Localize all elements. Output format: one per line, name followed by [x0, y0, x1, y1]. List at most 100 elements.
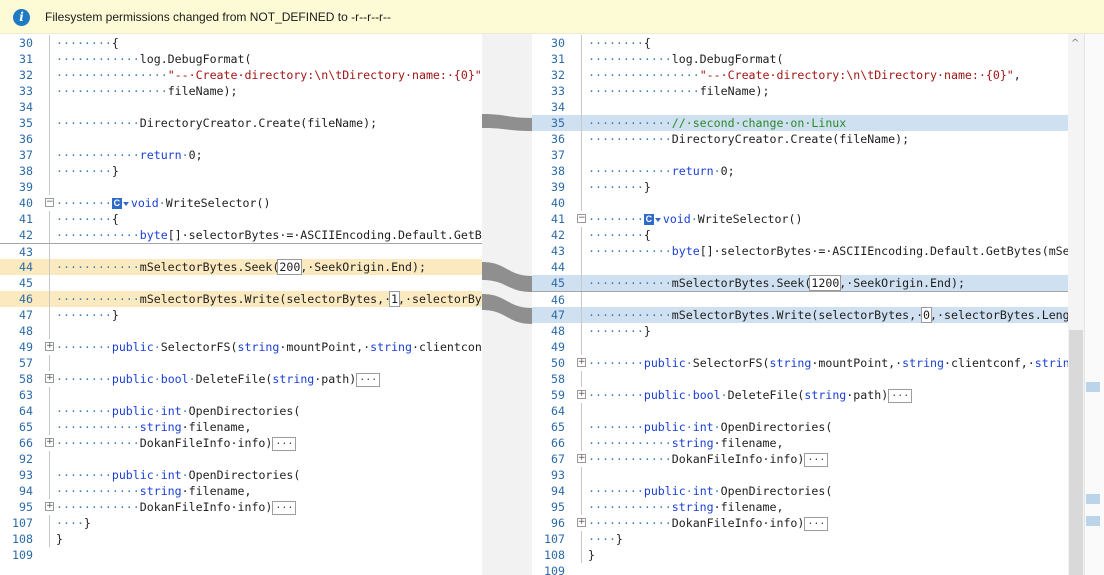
- code-text[interactable]: ············DokanFileInfo·info)...: [56, 435, 297, 451]
- code-text[interactable]: ············log.DebugFormat(: [588, 51, 783, 67]
- code-line[interactable]: 45: [0, 275, 482, 291]
- code-line[interactable]: 107 ····}: [532, 531, 1068, 547]
- code-text[interactable]: }: [56, 531, 63, 547]
- code-text[interactable]: ············DokanFileInfo·info)...: [56, 499, 297, 515]
- code-line[interactable]: 43 ············byte[]·selectorBytes·=·ASC…: [532, 243, 1068, 259]
- code-text[interactable]: ········public·SelectorFS(string·mountPo…: [588, 355, 1068, 371]
- expand-icon[interactable]: +: [577, 518, 586, 527]
- code-text[interactable]: ········{: [56, 211, 119, 227]
- code-line[interactable]: 93 ········public·int·OpenDirectories(: [0, 467, 482, 483]
- code-text[interactable]: ········public·int·OpenDirectories(: [588, 419, 832, 435]
- code-text[interactable]: ········}: [588, 323, 651, 339]
- code-line[interactable]: 109: [0, 547, 482, 563]
- code-line[interactable]: 64 ········public·int·OpenDirectories(: [0, 403, 482, 419]
- code-line[interactable]: 35 ············DirectoryCreator.Create(fi…: [0, 115, 482, 131]
- code-line[interactable]: 95 + ············DokanFileInfo·info)...: [0, 499, 482, 515]
- code-line[interactable]: 30 ········{: [0, 35, 482, 51]
- code-line[interactable]: 57: [0, 355, 482, 371]
- code-text[interactable]: ········{: [588, 227, 651, 243]
- code-line[interactable]: 49 + ········public·SelectorFS(string·moun…: [0, 339, 482, 355]
- code-text[interactable]: ············DokanFileInfo·info)...: [588, 515, 829, 531]
- code-text[interactable]: ········{: [588, 35, 651, 51]
- code-text[interactable]: ············string·filename,: [588, 499, 783, 515]
- code-text[interactable]: ········}: [588, 179, 651, 195]
- code-text[interactable]: ········public·int·OpenDirectories(: [588, 483, 832, 499]
- collapsed-region-button[interactable]: ...: [272, 436, 297, 451]
- code-text[interactable]: ············return·0;: [588, 163, 735, 179]
- left-file-pane[interactable]: 30 ········{31 ············log.DebugFormat…: [0, 34, 482, 575]
- code-text[interactable]: ········ Cvoid·WriteSelector(): [56, 195, 270, 211]
- code-line[interactable]: 42 ········{: [532, 227, 1068, 243]
- code-line[interactable]: 46 ············mSelectorBytes.Write(selec…: [0, 291, 482, 307]
- code-line[interactable]: 40 − ········ Cvoid·WriteSelector(): [0, 195, 482, 211]
- code-line[interactable]: 96 + ············DokanFileInfo·info)...: [532, 515, 1068, 531]
- collapsed-region-button[interactable]: ...: [888, 388, 913, 403]
- code-text[interactable]: ········public·bool·DeleteFile(string·pa…: [588, 387, 913, 403]
- code-line[interactable]: 38 ········}: [0, 163, 482, 179]
- code-line[interactable]: 107 ····}: [0, 515, 482, 531]
- scroll-thumb[interactable]: [1069, 330, 1083, 575]
- code-line[interactable]: 49: [532, 339, 1068, 355]
- change-marker[interactable]: [1086, 494, 1100, 504]
- code-line[interactable]: 36 ············DirectoryCreator.Create(fi…: [532, 131, 1068, 147]
- code-line[interactable]: 65 ········public·int·OpenDirectories(: [532, 419, 1068, 435]
- code-text[interactable]: ············byte[]·selectorBytes·=·ASCII…: [56, 227, 482, 243]
- code-line[interactable]: 36: [0, 131, 482, 147]
- code-line[interactable]: 34: [532, 99, 1068, 115]
- class-member-icon[interactable]: C: [111, 198, 122, 209]
- code-text[interactable]: ············//·second·change·on·Linux: [588, 115, 846, 131]
- code-text[interactable]: ············DirectoryCreator.Create(file…: [588, 131, 909, 147]
- code-line[interactable]: 33 ················fileName);: [0, 83, 482, 99]
- chevron-down-icon[interactable]: [654, 217, 661, 222]
- code-text[interactable]: ············log.DebugFormat(: [56, 51, 251, 67]
- code-text[interactable]: ············byte[]·selectorBytes·=·ASCII…: [588, 243, 1068, 259]
- code-text[interactable]: ············string·filename,: [588, 435, 783, 451]
- code-line[interactable]: 67 + ············DokanFileInfo·info)...: [532, 451, 1068, 467]
- code-line[interactable]: 44: [532, 259, 1068, 275]
- code-text[interactable]: ················"--·Create·directory:\n\…: [56, 67, 482, 83]
- code-text[interactable]: ············string·filename,: [56, 483, 251, 499]
- code-line[interactable]: 94 ········public·int·OpenDirectories(: [532, 483, 1068, 499]
- change-marker[interactable]: [1086, 382, 1100, 392]
- code-text[interactable]: }: [588, 547, 595, 563]
- code-line[interactable]: 39: [0, 179, 482, 195]
- collapsed-region-button[interactable]: ...: [804, 452, 829, 467]
- code-line[interactable]: 31 ············log.DebugFormat(: [0, 51, 482, 67]
- collapsed-region-button[interactable]: ...: [356, 372, 381, 387]
- code-line[interactable]: 31 ············log.DebugFormat(: [532, 51, 1068, 67]
- code-line[interactable]: 109: [532, 563, 1068, 575]
- chevron-up-icon[interactable]: ^: [1071, 38, 1079, 49]
- code-text[interactable]: ················"--·Create·directory:\n\…: [588, 67, 1021, 83]
- expand-icon[interactable]: +: [45, 374, 54, 383]
- code-line[interactable]: 41 − ········ Cvoid·WriteSelector(): [532, 211, 1068, 227]
- code-text[interactable]: ····}: [588, 531, 623, 547]
- code-text[interactable]: ········public·bool·DeleteFile(string·pa…: [56, 371, 381, 387]
- code-text[interactable]: ········}: [56, 163, 119, 179]
- code-line[interactable]: 33 ················fileName);: [532, 83, 1068, 99]
- code-line[interactable]: 42 ············byte[]·selectorBytes·=·ASC…: [0, 227, 482, 243]
- expand-icon[interactable]: +: [577, 390, 586, 399]
- code-line[interactable]: 58 + ········public·bool·DeleteFile(string…: [0, 371, 482, 387]
- code-text[interactable]: ········ Cvoid·WriteSelector(): [588, 211, 802, 227]
- code-text[interactable]: ········public·int·OpenDirectories(: [56, 403, 300, 419]
- vertical-scrollbar[interactable]: ^: [1068, 34, 1104, 575]
- code-line[interactable]: 59 + ········public·bool·DeleteFile(string…: [532, 387, 1068, 403]
- code-line[interactable]: 37: [532, 147, 1068, 163]
- code-text[interactable]: ············mSelectorBytes.Seek(1200,·Se…: [588, 275, 965, 291]
- code-line[interactable]: 32 ················"--·Create·directory:\…: [532, 67, 1068, 83]
- code-line[interactable]: 44 ············mSelectorBytes.Seek(200,·S…: [0, 259, 482, 275]
- code-text[interactable]: ············mSelectorBytes.Write(selecto…: [56, 291, 482, 307]
- chevron-down-icon[interactable]: [122, 201, 129, 206]
- code-line[interactable]: 108}: [0, 531, 482, 547]
- collapsed-region-button[interactable]: ...: [804, 516, 829, 531]
- code-text[interactable]: ············string·filename,: [56, 419, 251, 435]
- code-text[interactable]: ············DokanFileInfo·info)...: [588, 451, 829, 467]
- collapsed-region-button[interactable]: ...: [272, 500, 297, 515]
- code-text[interactable]: ········public·int·OpenDirectories(: [56, 467, 300, 483]
- code-line[interactable]: 66 ············string·filename,: [532, 435, 1068, 451]
- code-text[interactable]: ················fileName);: [588, 83, 770, 99]
- class-member-icon[interactable]: C: [643, 214, 654, 225]
- expand-icon[interactable]: +: [577, 454, 586, 463]
- code-line[interactable]: 34: [0, 99, 482, 115]
- code-line[interactable]: 30 ········{: [532, 35, 1068, 51]
